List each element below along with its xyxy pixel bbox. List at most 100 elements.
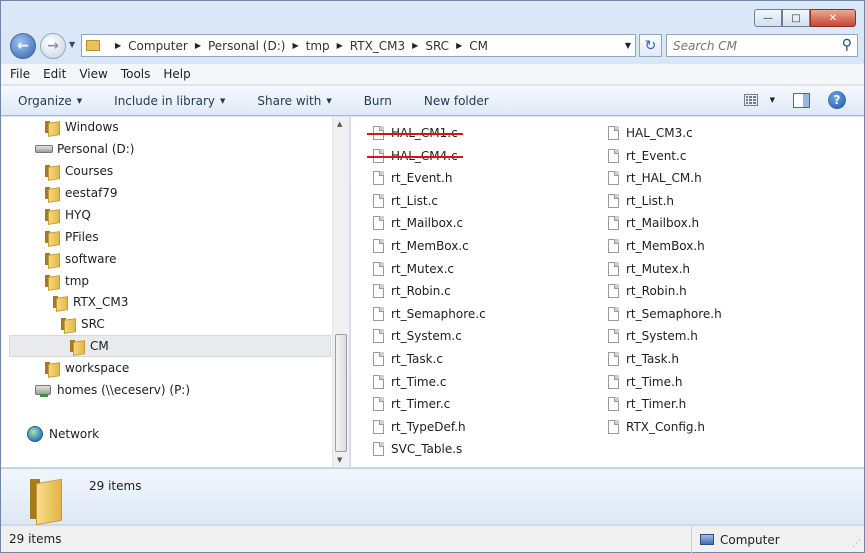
- file-item[interactable]: rt_Mutex.c: [373, 259, 454, 279]
- minimize-button[interactable]: —: [754, 9, 782, 27]
- chevron-down-icon: ▼: [76, 96, 83, 105]
- file-name: rt_Event.c: [626, 148, 687, 163]
- nav-tree-item[interactable]: Windows: [45, 116, 119, 138]
- file-item[interactable]: rt_Timer.h: [608, 394, 686, 414]
- file-item[interactable]: rt_Task.c: [373, 349, 443, 369]
- file-item[interactable]: rt_System.h: [608, 326, 698, 346]
- nav-tree-item[interactable]: PFiles: [45, 226, 99, 248]
- folder-icon: [86, 40, 100, 51]
- file-item[interactable]: HAL_CM3.c: [608, 123, 693, 143]
- nav-tree-item[interactable]: HYQ: [45, 204, 91, 226]
- menu-edit[interactable]: Edit: [43, 67, 66, 81]
- nav-tree-item[interactable]: homes (\\eceserv) (P:): [35, 379, 190, 401]
- breadcrumb-item[interactable]: ▶ Computer ▶: [108, 39, 208, 53]
- breadcrumb-separator-icon[interactable]: ▶: [292, 41, 298, 50]
- nav-tree-item[interactable]: Network: [27, 423, 99, 445]
- burn-button[interactable]: Burn: [364, 94, 392, 108]
- folder-icon: [45, 274, 59, 288]
- file-item[interactable]: rt_Task.h: [608, 349, 679, 369]
- scrollbar-thumb[interactable]: [335, 334, 347, 452]
- file-item[interactable]: rt_System.c: [373, 326, 462, 346]
- scroll-up-arrow-icon[interactable]: ▲: [337, 120, 342, 128]
- chevron-down-icon: ▼: [220, 96, 226, 105]
- file-name: rt_Time.c: [391, 374, 447, 389]
- file-icon: [608, 261, 619, 276]
- file-item[interactable]: rt_Time.h: [608, 372, 682, 392]
- maximize-button[interactable]: □: [782, 9, 810, 27]
- file-item[interactable]: rt_Semaphore.c: [373, 304, 486, 324]
- forward-button[interactable]: →: [40, 33, 66, 59]
- new-folder-button[interactable]: New folder: [424, 94, 489, 108]
- close-button[interactable]: ✕: [810, 9, 856, 27]
- forward-arrow-icon: →: [47, 38, 59, 54]
- refresh-button[interactable]: ↻: [639, 34, 662, 57]
- file-item[interactable]: rt_TypeDef.h: [373, 417, 466, 437]
- file-icon: [608, 171, 619, 186]
- change-view-icon[interactable]: [743, 94, 758, 106]
- menu-view[interactable]: View: [79, 67, 107, 81]
- toolbar-right-group: ▼ ?: [743, 91, 846, 109]
- search-icon[interactable]: ⚲: [842, 37, 852, 53]
- search-input[interactable]: [673, 38, 833, 53]
- file-item[interactable]: rt_HAL_CM.h: [608, 168, 702, 188]
- breadcrumb-label: tmp: [305, 38, 330, 53]
- file-item[interactable]: rt_MemBox.c: [373, 236, 469, 256]
- share-with-button[interactable]: Share with ▼: [257, 94, 331, 108]
- nav-tree-item[interactable]: Courses: [45, 160, 113, 182]
- file-name: rt_Mutex.h: [626, 261, 690, 276]
- breadcrumb-separator-icon[interactable]: ▶: [412, 41, 418, 50]
- navigation-scrollbar[interactable]: ▲ ▼: [332, 117, 349, 467]
- file-item[interactable]: rt_Semaphore.h: [608, 304, 722, 324]
- breadcrumb-separator-icon[interactable]: ▶: [115, 41, 121, 50]
- file-item[interactable]: rt_Event.c: [608, 146, 686, 166]
- nav-tree-item[interactable]: tmp: [45, 270, 89, 292]
- nav-tree-item[interactable]: eestaf79: [45, 182, 118, 204]
- preview-pane-icon[interactable]: [793, 92, 810, 108]
- resize-grip-icon[interactable]: ⋰: [852, 539, 861, 549]
- breadcrumb-separator-icon[interactable]: ▶: [337, 41, 343, 50]
- include-in-library-button[interactable]: Include in library ▼: [114, 94, 225, 108]
- file-item[interactable]: rt_Timer.c: [373, 394, 450, 414]
- menu-file[interactable]: File: [10, 67, 30, 81]
- nav-tree-item[interactable]: workspace: [45, 357, 129, 379]
- menu-tools[interactable]: Tools: [121, 67, 151, 81]
- file-item[interactable]: RTX_Config.h: [608, 417, 705, 437]
- file-name: rt_Task.h: [626, 352, 679, 366]
- help-icon[interactable]: ?: [828, 91, 846, 109]
- breadcrumb-separator-icon[interactable]: ▶: [195, 41, 201, 50]
- file-item[interactable]: SVC_Table.s: [373, 439, 462, 459]
- file-item[interactable]: rt_Mailbox.h: [608, 213, 699, 233]
- scroll-down-arrow-icon[interactable]: ▼: [337, 456, 342, 464]
- address-bar[interactable]: ▶ Computer ▶ Personal (D:) ▶ tmp ▶ RTX_CM3 ▶ SRC ▶…: [81, 34, 636, 57]
- file-item[interactable]: rt_List.c: [373, 191, 438, 211]
- chevron-down-icon: ▼: [326, 96, 332, 105]
- breadcrumb-label: CM: [469, 38, 488, 53]
- file-item[interactable]: rt_MemBox.h: [608, 236, 705, 256]
- file-item[interactable]: rt_Mailbox.c: [373, 213, 463, 233]
- address-dropdown-icon[interactable]: ▼: [625, 41, 631, 50]
- menu-help[interactable]: Help: [163, 67, 190, 81]
- breadcrumb-item[interactable]: SRC ▶: [425, 39, 469, 53]
- breadcrumb-item[interactable]: Personal (D:) ▶: [208, 39, 306, 53]
- breadcrumb-item[interactable]: RTX_CM3 ▶: [350, 39, 426, 53]
- nav-tree-item[interactable]: Personal (D:): [35, 138, 134, 160]
- nav-tree-item[interactable]: RTX_CM3: [53, 291, 128, 313]
- search-box[interactable]: ⚲: [666, 34, 858, 57]
- file-item[interactable]: rt_Robin.c: [373, 281, 451, 301]
- organize-button[interactable]: Organize ▼: [18, 94, 82, 108]
- file-name: rt_List.h: [626, 193, 675, 208]
- file-item[interactable]: rt_Event.h: [373, 168, 452, 188]
- nav-tree-item[interactable]: SRC: [61, 313, 105, 335]
- nav-tree-item[interactable]: software: [45, 248, 117, 270]
- file-item[interactable]: rt_List.h: [608, 191, 674, 211]
- recent-pages-dropdown[interactable]: ▼: [69, 40, 75, 49]
- file-item[interactable]: rt_Mutex.h: [608, 259, 690, 279]
- breadcrumb-separator-icon[interactable]: ▶: [456, 41, 462, 50]
- breadcrumb-item[interactable]: CM: [469, 39, 488, 53]
- breadcrumb-item[interactable]: tmp ▶: [306, 39, 350, 53]
- file-item[interactable]: rt_Robin.h: [608, 281, 687, 301]
- nav-tree-item[interactable]: CM: [9, 335, 331, 357]
- file-item[interactable]: rt_Time.c: [373, 372, 446, 392]
- view-options-dropdown[interactable]: ▼: [770, 96, 775, 104]
- back-button[interactable]: ←: [10, 33, 36, 59]
